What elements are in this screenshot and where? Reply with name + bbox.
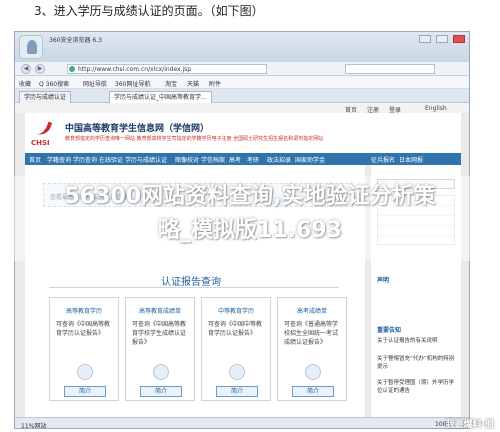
card-gaokao-transcript[interactable]: 高考成绩单 可查询《普通高等学校招生全国统一考试成绩认证报告》 简介 bbox=[277, 297, 347, 401]
favorite-item[interactable]: 360网址导航 bbox=[115, 79, 150, 88]
status-bar: 11%网站 100% bbox=[15, 417, 469, 429]
card-secondary-edu-degree[interactable]: 中等教育学历 可查询《中国中等教育学历认证报告》 简介 bbox=[201, 297, 271, 401]
nav-item[interactable]: 日本网报 bbox=[399, 155, 423, 164]
favorite-item[interactable]: 天猫 bbox=[187, 79, 199, 88]
nav-item[interactable]: 高考 bbox=[229, 155, 241, 164]
logo-text: CHSI bbox=[31, 139, 50, 147]
card-button[interactable]: 简介 bbox=[216, 386, 258, 397]
card-button[interactable]: 简介 bbox=[292, 386, 334, 397]
card-desc: 可查询《中国高等教育学历认证报告》 bbox=[56, 321, 111, 337]
site-header: CHSI 中国高等教育学生信息网（学信网） 教育部指定的学历查询唯一网站 教育部… bbox=[25, 113, 461, 153]
main-nav: 首页 学籍查询 学历查询 在线验证 学历与成绩认证 图像校对 学信档案 高考 考… bbox=[25, 153, 461, 165]
section-divider bbox=[49, 287, 339, 288]
card-title: 中等教育学历 bbox=[217, 308, 254, 315]
browser-logo-icon bbox=[19, 35, 43, 59]
card-title: 高等教育成绩单 bbox=[138, 308, 181, 315]
overlay-line: 略_模拟版11.693 bbox=[158, 218, 342, 243]
document-icon bbox=[229, 364, 245, 380]
secure-site-icon bbox=[69, 66, 75, 72]
close-button[interactable] bbox=[453, 35, 465, 43]
address-bar: ◀ ▶ http://www.chsi.com.cn/xlcx/index.js… bbox=[15, 62, 469, 76]
overlay-text: 56300网站资料查询,实地验证分析策 略_模拟版11.693 bbox=[0, 180, 500, 248]
nav-item[interactable]: 学历查询 bbox=[73, 155, 97, 164]
nav-item[interactable]: 征兵报名 bbox=[371, 155, 395, 164]
search-input[interactable] bbox=[345, 64, 435, 74]
url-input[interactable]: http://www.chsi.com.cn/xlcx/index.jsp bbox=[67, 64, 267, 74]
watermark-text: 我要爆料·盟 bbox=[445, 420, 494, 430]
status-text: 11%网站 bbox=[21, 423, 47, 429]
sidebar-heading: 声明 bbox=[377, 277, 390, 284]
favorite-item[interactable]: Q 360搜索 bbox=[39, 79, 69, 88]
favorite-item[interactable]: 附件 bbox=[209, 79, 221, 88]
nav-item[interactable]: 学籍查询 bbox=[47, 155, 71, 164]
nav-item[interactable]: 学信档案 bbox=[201, 155, 225, 164]
nav-item[interactable]: 政法招录 bbox=[267, 155, 291, 164]
sidebar-heading: 重要告知 bbox=[377, 327, 402, 334]
card-button[interactable]: 简介 bbox=[64, 386, 106, 397]
card-desc: 可查询《普通高等学校招生全国统一考试成绩认证报告》 bbox=[284, 321, 339, 346]
sidebar-link[interactable]: 关于暂停受理国（境）外学历学位认证的通告 bbox=[377, 379, 457, 395]
step-caption: 3、进入学历与成绩认证的页面。（如下图） bbox=[34, 4, 264, 18]
card-desc: 可查询《中国中等教育学历认证报告》 bbox=[208, 321, 263, 337]
top-links: 首页 注册 登录 English bbox=[15, 103, 469, 114]
card-button[interactable]: 简介 bbox=[140, 386, 182, 397]
sidebar-link[interactable]: 关于警惕冒充“代办”机构的特别提示 bbox=[377, 355, 457, 371]
favorites-bar: 收藏 Q 360搜索 网址导航 360网址导航 淘宝 天猫 附件 bbox=[15, 76, 469, 89]
nav-item[interactable]: 图像校对 bbox=[175, 155, 199, 164]
site-title: 中国高等教育学生信息网（学信网） bbox=[65, 124, 210, 134]
sidebar-link[interactable]: 关于认证报告的有关说明 bbox=[377, 337, 457, 345]
tab-item-active[interactable]: 学历与成绩认证_中国高等教育学... bbox=[109, 91, 212, 103]
nav-item[interactable]: 首页 bbox=[29, 155, 41, 164]
nav-item-active[interactable]: 学历与成绩认证 bbox=[125, 155, 167, 164]
tab-bar: 学历与成绩认证 学历与成绩认证_中国高等教育学... bbox=[15, 89, 469, 103]
nav-item[interactable]: 国家助学金 bbox=[295, 155, 325, 164]
favorite-item[interactable]: 网址导航 bbox=[83, 79, 107, 88]
card-title: 高考成绩单 bbox=[296, 308, 327, 315]
favorite-item[interactable]: 淘宝 bbox=[165, 79, 177, 88]
window-controls bbox=[419, 35, 465, 43]
title-bar: 360安全浏览器 6.3 bbox=[15, 32, 469, 62]
document-icon bbox=[77, 364, 93, 380]
overlay-line: 56300网站资料查询,实地验证分析策 bbox=[64, 184, 436, 209]
window-title: 360安全浏览器 6.3 bbox=[49, 37, 102, 44]
card-higher-edu-transcript[interactable]: 高等教育成绩单 可查询《中国高等教育学校学生成绩认证报告》 简介 bbox=[125, 297, 195, 401]
site-subtitle: 教育部指定的学历查询唯一网站 教育部高校学生司指定的学籍学历电子注册 全国硕士研… bbox=[65, 136, 324, 142]
card-title: 高等教育学历 bbox=[65, 308, 102, 315]
tab-item[interactable]: 学历与成绩认证 bbox=[19, 91, 72, 103]
favorite-item[interactable]: 收藏 bbox=[19, 79, 31, 88]
document-icon bbox=[153, 364, 169, 380]
back-button[interactable]: ◀ bbox=[21, 64, 31, 74]
card-higher-edu-degree[interactable]: 高等教育学历 可查询《中国高等教育学历认证报告》 简介 bbox=[49, 297, 119, 401]
forward-button[interactable]: ▶ bbox=[35, 64, 45, 74]
nav-item[interactable]: 考研 bbox=[247, 155, 259, 164]
minimize-button[interactable] bbox=[419, 35, 431, 43]
document-icon bbox=[305, 364, 321, 380]
section-title: 认证报告查询 bbox=[161, 277, 221, 288]
card-desc: 可查询《中国高等教育学校学生成绩认证报告》 bbox=[132, 321, 187, 346]
link-english[interactable]: English bbox=[425, 105, 447, 112]
maximize-button[interactable] bbox=[436, 35, 448, 43]
nav-item[interactable]: 在线验证 bbox=[99, 155, 123, 164]
